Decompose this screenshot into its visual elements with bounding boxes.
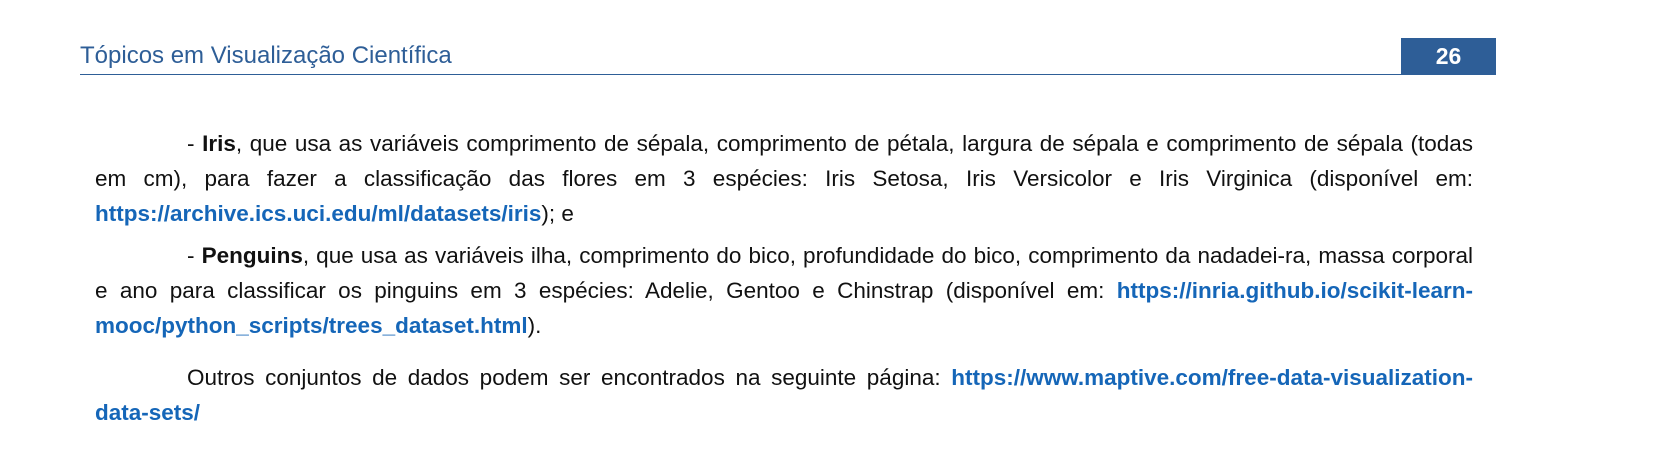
document-body: - Iris, que usa as variáveis comprimento… bbox=[95, 126, 1473, 430]
page-header: Tópicos em Visualização Científica 26 bbox=[80, 38, 1496, 75]
paragraph-penguins: - Penguins, que usa as variáveis ilha, c… bbox=[95, 238, 1473, 343]
penguins-dash: - bbox=[187, 243, 202, 268]
page-number: 26 bbox=[1401, 38, 1496, 74]
iris-dataset-link[interactable]: https://archive.ics.uci.edu/ml/datasets/… bbox=[95, 201, 541, 226]
iris-name: Iris bbox=[202, 131, 236, 156]
penguins-tail: ). bbox=[527, 313, 542, 338]
outros-text: Outros conjuntos de dados podem ser enco… bbox=[187, 365, 952, 390]
paragraph-iris: - Iris, que usa as variáveis comprimento… bbox=[95, 126, 1473, 231]
penguins-name: Penguins bbox=[201, 243, 303, 268]
iris-description: , que usa as variáveis comprimento de sé… bbox=[95, 131, 1473, 191]
header-title: Tópicos em Visualização Científica bbox=[80, 42, 452, 69]
paragraph-outros: Outros conjuntos de dados podem ser enco… bbox=[95, 360, 1473, 430]
iris-tail: ); e bbox=[541, 201, 574, 226]
iris-dash: - bbox=[187, 131, 203, 156]
